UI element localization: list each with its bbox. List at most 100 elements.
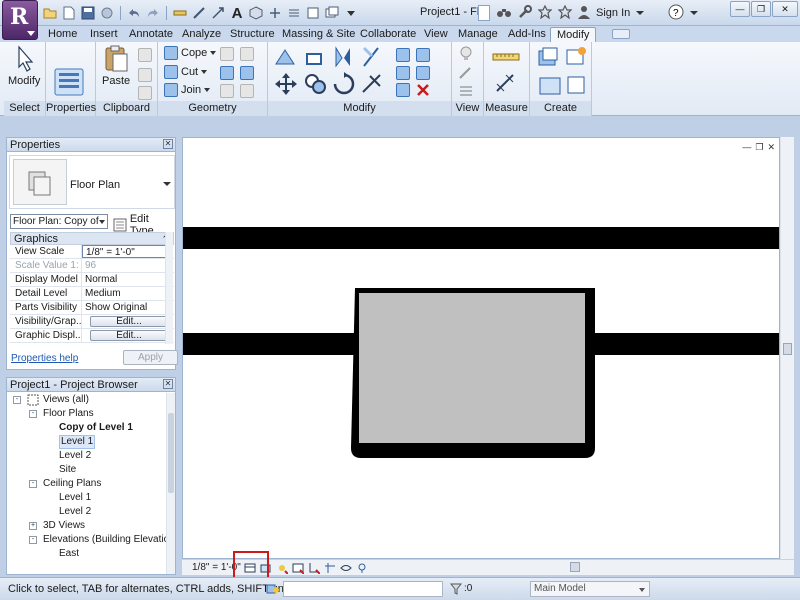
help-icon[interactable]: ? <box>668 4 684 23</box>
communication-center-icon[interactable] <box>537 4 553 22</box>
ribbon-minimize-toggle[interactable] <box>612 29 630 39</box>
split-face-icon[interactable] <box>220 47 234 61</box>
measure-distance-icon[interactable] <box>492 50 520 64</box>
scale-icon[interactable] <box>416 66 430 80</box>
tree-node[interactable]: Level 1 <box>7 491 167 505</box>
section-icon[interactable] <box>267 5 283 21</box>
property-value[interactable]: Show Original <box>82 301 174 314</box>
restore-button[interactable]: ❐ <box>751 1 771 17</box>
delete-icon[interactable] <box>416 83 430 97</box>
tree-node[interactable]: Level 2 <box>7 449 167 463</box>
design-option-select[interactable]: Main Model <box>530 581 650 597</box>
restore-button[interactable]: ❐ <box>755 142 763 153</box>
tab-home[interactable]: Home <box>42 27 83 42</box>
tab-add-ins[interactable]: Add-Ins <box>502 27 552 42</box>
override-graphics-icon[interactable] <box>458 66 474 80</box>
tree-node[interactable]: +3D Views <box>7 519 167 533</box>
crop-view-icon[interactable] <box>308 562 320 574</box>
thin-lines-icon[interactable] <box>286 5 302 21</box>
tree-node[interactable]: Copy of Level 1 <box>7 421 167 435</box>
align-icon[interactable] <box>274 46 296 68</box>
expand-icon[interactable]: + <box>29 522 37 530</box>
collapse-icon[interactable]: - <box>29 536 37 544</box>
sync-icon[interactable] <box>99 5 115 21</box>
show-crop-icon[interactable] <box>324 562 336 574</box>
tree-node[interactable]: Level 1 <box>7 435 167 449</box>
cut-geometry-button[interactable]: Cut <box>164 65 208 79</box>
property-row[interactable]: Detail Level Medium <box>10 287 174 301</box>
filter-icon[interactable] <box>450 582 462 596</box>
close-icon[interactable]: ✕ <box>163 379 173 389</box>
browser-scrollbar[interactable] <box>166 393 175 574</box>
create-parts-icon[interactable] <box>564 46 588 68</box>
unpin-icon[interactable] <box>396 83 410 97</box>
application-menu-button[interactable]: R <box>2 0 38 40</box>
tree-node[interactable]: Site <box>7 463 167 477</box>
wall-top[interactable] <box>183 227 780 249</box>
tag-icon[interactable] <box>210 5 226 21</box>
type-selector[interactable]: Floor Plan <box>9 155 175 209</box>
property-value[interactable]: Normal <box>82 273 174 286</box>
text-icon[interactable]: A <box>229 5 245 22</box>
scroll-thumb[interactable] <box>570 562 580 572</box>
pin-icon[interactable] <box>416 48 430 62</box>
chevron-down-icon[interactable] <box>690 7 699 19</box>
canvas-vertical-scrollbar[interactable] <box>780 137 794 559</box>
tab-collaborate[interactable]: Collaborate <box>354 27 422 42</box>
scroll-thumb[interactable] <box>168 413 174 493</box>
graphic-display-edit-button[interactable]: Edit... <box>90 330 168 341</box>
drawing-canvas[interactable]: — ❐ ✕ <box>182 137 780 559</box>
tab-structure[interactable]: Structure <box>224 27 281 42</box>
property-row[interactable]: Visibility/Grap... Edit... <box>10 315 174 329</box>
search-box[interactable] <box>478 5 490 21</box>
binoculars-icon[interactable] <box>496 5 512 22</box>
favorites-icon[interactable] <box>557 4 573 22</box>
room-fill[interactable] <box>359 293 585 443</box>
properties-button[interactable] <box>53 68 85 96</box>
minimize-button[interactable]: — <box>742 142 751 153</box>
properties-help-link[interactable]: Properties help <box>11 353 78 364</box>
wrench-icon[interactable] <box>518 4 532 22</box>
property-row[interactable]: Graphic Displ... Edit... <box>10 329 174 343</box>
collapse-icon[interactable]: - <box>29 480 37 488</box>
tree-node[interactable]: - Elevations (Building Elevatio <box>7 533 169 547</box>
tab-massing-site[interactable]: Massing & Site <box>276 27 361 42</box>
offset-icon[interactable] <box>304 46 326 68</box>
workset-input[interactable] <box>283 581 443 597</box>
minimize-button[interactable]: — <box>730 1 750 17</box>
tree-node[interactable]: Level 2 <box>7 505 167 519</box>
trim-extend-icon[interactable] <box>360 72 384 96</box>
apply-button[interactable]: Apply <box>123 350 178 365</box>
shadows-icon[interactable] <box>292 562 304 574</box>
reveal-hidden-icon[interactable] <box>356 562 368 574</box>
scroll-thumb[interactable] <box>783 343 792 355</box>
create-group-icon[interactable] <box>538 74 562 96</box>
tab-view[interactable]: View <box>418 27 454 42</box>
view-scale-field[interactable]: 1/8" = 1'-0" <box>82 245 172 258</box>
remove-paint-icon[interactable] <box>220 84 234 98</box>
sun-path-icon[interactable] <box>276 562 288 574</box>
property-row[interactable]: View Scale 1/8" = 1'-0" <box>10 245 174 259</box>
properties-scrollbar[interactable] <box>165 232 173 344</box>
save-icon[interactable] <box>80 5 96 21</box>
modify-button[interactable]: Modify <box>8 45 40 87</box>
open-icon[interactable] <box>42 5 58 21</box>
copy-element-icon[interactable] <box>304 72 328 96</box>
split-element-icon[interactable] <box>396 48 410 62</box>
worksets-icon[interactable] <box>266 582 280 596</box>
wall-joins-icon[interactable] <box>220 66 234 80</box>
create-similar-icon[interactable] <box>566 74 588 96</box>
paint-icon[interactable] <box>240 47 254 61</box>
create-assembly-icon[interactable] <box>536 46 560 68</box>
close-button[interactable]: ✕ <box>772 1 798 17</box>
3d-view-icon[interactable] <box>248 5 264 21</box>
close-icon[interactable]: ✕ <box>163 139 173 149</box>
property-row[interactable]: Display Model Normal <box>10 273 174 287</box>
linework-icon[interactable] <box>458 83 474 97</box>
tree-node[interactable]: - Ceiling Plans <box>7 477 167 491</box>
tree-node[interactable]: East <box>7 547 167 561</box>
array-icon[interactable] <box>396 66 410 80</box>
aligned-dimension-icon[interactable] <box>494 72 518 94</box>
paste-button[interactable]: Paste <box>102 45 130 87</box>
temporary-hide-icon[interactable] <box>340 562 352 574</box>
